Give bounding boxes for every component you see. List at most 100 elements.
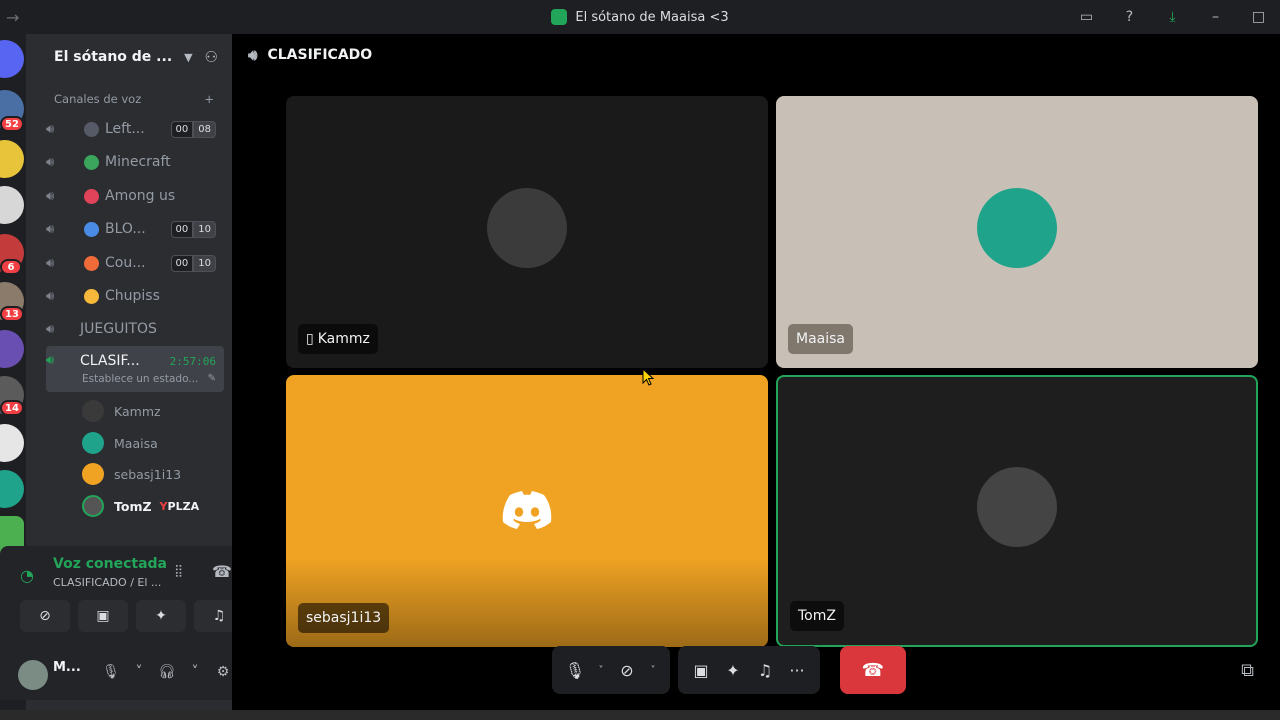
microphone-button[interactable]: 🎙︎: [562, 661, 588, 680]
server-icon-3[interactable]: [0, 186, 24, 224]
channel-emoji-icon: [84, 154, 99, 170]
voice-channel-chupiss[interactable]: 🔊︎ Chupiss: [46, 281, 224, 311]
channel-status[interactable]: Establece un estado...: [82, 373, 198, 385]
channel-emoji-icon: [84, 255, 99, 271]
channel-emoji-icon: [84, 221, 99, 237]
voice-channel-jueguitos[interactable]: 🔊︎ JUEGUITOS: [46, 314, 224, 344]
help-icon[interactable]: ?: [1108, 0, 1151, 34]
end-call-button[interactable]: ☎: [840, 646, 906, 694]
speaker-icon: 🔊︎: [46, 288, 55, 304]
server-name: El sótano de ...: [54, 49, 173, 65]
discord-home-icon[interactable]: [0, 40, 24, 78]
user-count: 00 10: [170, 220, 216, 238]
channel-name: Minecraft: [105, 154, 171, 170]
speaker-icon: 🔊︎: [46, 154, 55, 170]
signal-icon[interactable]: ◔: [20, 566, 34, 585]
more-options-button[interactable]: ···: [784, 661, 810, 680]
activities-button[interactable]: ✦: [136, 600, 186, 632]
server-icon-2[interactable]: [0, 140, 24, 178]
avatar: [977, 467, 1057, 547]
add-channel-icon[interactable]: +: [204, 92, 214, 106]
user-panel: M... 🎙︎ ˅ 🎧︎ ˅ ⚙: [0, 650, 248, 700]
channel-sidebar: El sótano de ... ▼ ⚇ Canales de voz + 🔊︎…: [0, 34, 248, 710]
mouse-cursor-icon: [642, 368, 654, 386]
voice-channel-among-us[interactable]: 🔊︎ Among us: [46, 181, 224, 211]
server-icon-9[interactable]: [0, 470, 24, 508]
screen-share-button[interactable]: ▣: [688, 661, 714, 680]
discord-logo-icon: [502, 491, 552, 529]
speaker-icon: 🔊︎: [46, 221, 55, 237]
speaker-icon: 🔊︎: [248, 46, 258, 64]
video-tile-tomz[interactable]: TomZ: [776, 375, 1258, 647]
download-icon[interactable]: ⤓: [1151, 0, 1194, 34]
channel-name: JUEGUITOS: [80, 321, 157, 337]
participant-name: Maaisa: [796, 331, 845, 347]
participant-name: Kammz: [317, 331, 370, 347]
channel-name: BLO...: [105, 221, 146, 237]
settings-gear-icon[interactable]: ⚙: [212, 664, 234, 680]
maximize-icon[interactable]: □: [1237, 0, 1280, 34]
edit-pencil-icon[interactable]: ✎: [208, 373, 216, 384]
voice-channel-clasificado[interactable]: 🔊︎ CLASIF... 2:57:06 Establece un estado…: [46, 346, 224, 392]
participant-name: TomZ: [798, 608, 836, 624]
speaker-icon: 🔊︎: [46, 255, 55, 271]
screen-share-button[interactable]: ▣: [78, 600, 128, 632]
extra-controls: ▣ ✦ ♫ ···: [678, 646, 820, 694]
voice-actions: ⊘ ▣ ✦ ♫: [20, 600, 244, 632]
noise-suppression-icon[interactable]: ⦙⦙: [175, 562, 182, 582]
camera-off-button[interactable]: ⊘: [20, 600, 70, 632]
video-tile-sebasj[interactable]: sebasj1i13: [286, 375, 768, 647]
video-tile-maaisa[interactable]: Maaisa: [776, 96, 1258, 368]
channel-emoji-icon: [84, 121, 99, 137]
speaker-icon: 🔊︎: [46, 353, 55, 368]
chevron-down-icon[interactable]: ˅: [184, 664, 206, 680]
voice-channel-left[interactable]: 🔊︎ Left... 00 08: [46, 114, 224, 144]
call-controls: 🎙︎ ˅ ⊘ ˅ ▣ ✦ ♫ ··· ☎: [552, 646, 906, 694]
chevron-down-icon[interactable]: ˅: [128, 664, 150, 680]
speaker-icon: 🔊︎: [46, 321, 55, 337]
avatar[interactable]: [18, 660, 48, 690]
title-bar: → El sótano de Maaisa <3 ▭ ? ⤓ – □: [0, 0, 1280, 34]
voice-member-sebasj[interactable]: sebasj1i13: [82, 460, 181, 488]
minimize-icon[interactable]: –: [1194, 0, 1237, 34]
server-header[interactable]: El sótano de ... ▼ ⚇: [26, 34, 232, 80]
channel-name: Cou...: [105, 255, 146, 271]
voice-channel-cou[interactable]: 🔊︎ Cou... 00 10: [46, 248, 224, 278]
voice-member-kammz[interactable]: Kammz: [82, 397, 161, 425]
microphone-icon[interactable]: 🎙︎: [100, 664, 122, 680]
user-name[interactable]: M...: [53, 660, 81, 675]
soundboard-button[interactable]: ♫: [752, 661, 778, 680]
participant-label: ▯ Kammz: [298, 324, 378, 354]
mobile-icon: ▯: [306, 331, 314, 347]
unread-badge: 52: [0, 116, 24, 132]
popout-icon[interactable]: ⧉: [1241, 660, 1254, 681]
server-icon-6[interactable]: [0, 330, 24, 368]
voice-channel-blo[interactable]: 🔊︎ BLO... 00 10: [46, 214, 224, 244]
tile-shade: [286, 557, 768, 647]
video-tile-kammz[interactable]: ▯ Kammz: [286, 96, 768, 368]
chevron-down-icon[interactable]: ˅: [594, 665, 608, 676]
voice-member-maaisa[interactable]: Maaisa: [82, 429, 158, 457]
chevron-down-icon[interactable]: ˅: [646, 665, 660, 676]
voice-status-title[interactable]: Voz conectada: [53, 556, 167, 572]
speaker-icon: 🔊︎: [46, 121, 55, 137]
camera-off-button[interactable]: ⊘: [614, 661, 640, 680]
title-bar-icons: ▭ ? ⤓ – □: [1065, 0, 1280, 34]
voice-channel-minecraft[interactable]: 🔊︎ Minecraft: [46, 147, 224, 177]
channel-title: CLASIFICADO: [267, 47, 373, 63]
server-icon: [551, 9, 568, 25]
avatar: [487, 188, 567, 268]
participant-label: Maaisa: [788, 324, 853, 354]
server-icon-8[interactable]: [0, 424, 24, 462]
voice-member-tomz[interactable]: TomZ YPLZA: [82, 492, 199, 520]
voice-status-subtitle[interactable]: CLASIFICADO / El ...: [53, 576, 161, 589]
channel-emoji-icon: [84, 288, 99, 304]
headphones-icon[interactable]: 🎧︎: [156, 664, 178, 680]
voice-category[interactable]: Canales de voz +: [54, 92, 214, 106]
chevron-down-icon: ▼: [184, 50, 193, 64]
activities-button[interactable]: ✦: [720, 661, 746, 680]
disconnect-icon[interactable]: ☎: [212, 562, 232, 581]
voice-connected-panel: ◔ Voz conectada CLASIFICADO / El ... ⦙⦙ …: [0, 546, 248, 700]
add-user-icon[interactable]: ⚇: [205, 48, 218, 66]
inbox-icon[interactable]: ▭: [1065, 0, 1108, 34]
